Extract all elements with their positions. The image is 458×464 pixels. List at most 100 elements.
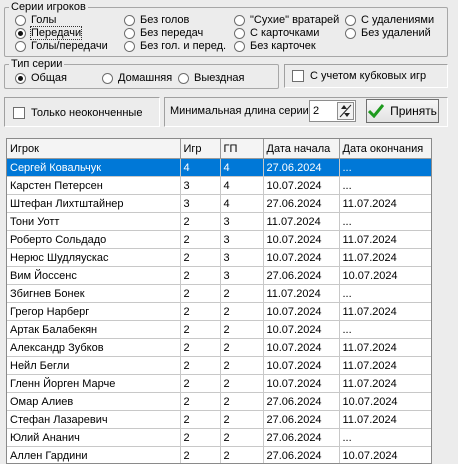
- table-row[interactable]: Аллен Гардини 2 2 27.06.2024 10.07.2024: [7, 446, 431, 463]
- radio-with-cards-indicator[interactable]: [234, 27, 245, 39]
- table-row[interactable]: Штефан Лихтштайнер 3 4 27.06.2024 11.07.2024: [7, 194, 431, 213]
- series-groupbox-legend: Серии игроков: [11, 1, 86, 13]
- radio-no-goals-label: Без голов: [140, 14, 190, 26]
- radio-no-cards[interactable]: Без карточек: [234, 40, 316, 52]
- cell-start-date: 27.06.2024: [263, 428, 340, 447]
- radio-type-overall-label: Общая: [31, 72, 67, 84]
- radio-assists-indicator[interactable]: [15, 27, 26, 39]
- min-length-label: Минимальная длина серии: [170, 105, 309, 117]
- table-row[interactable]: Юлий Ананич 2 2 27.06.2024...: [7, 428, 431, 447]
- table-row[interactable]: Сергей Ковальчук 4 4 27.06.2024...: [7, 158, 431, 177]
- radio-clean-sheets-indicator[interactable]: [234, 14, 245, 26]
- radio-no-goals-assists-indicator[interactable]: [124, 40, 135, 52]
- radio-no-goals[interactable]: Без голов: [124, 14, 189, 26]
- radio-type-overall[interactable]: Общая: [15, 72, 67, 84]
- cell-games: 2: [180, 284, 221, 303]
- radio-no-sendoffs-indicator[interactable]: [345, 27, 356, 39]
- apply-button[interactable]: Принять: [366, 99, 439, 123]
- table-row[interactable]: Александр Зубков 2 2 10.07.2024 11.07.2024: [7, 338, 431, 357]
- table-row[interactable]: Карстен Петерсен 3 4 10.07.2024...: [7, 176, 431, 195]
- cell-start-date: 10.07.2024: [263, 374, 340, 393]
- cell-player: Нерюс Шудляускас: [7, 248, 181, 267]
- radio-type-overall-indicator[interactable]: [15, 72, 26, 84]
- min-length-value: 2: [313, 105, 320, 117]
- cell-end-date: 11.07.2024: [339, 302, 431, 321]
- column-header-end-date[interactable]: Дата окончания: [339, 139, 431, 159]
- radio-type-home[interactable]: Домашняя: [102, 72, 172, 84]
- column-header-gp[interactable]: ГП: [220, 139, 264, 159]
- cell-start-date: 11.07.2024: [263, 284, 340, 303]
- cup-games-checkbox[interactable]: С учетом кубковых игр: [292, 70, 426, 82]
- radio-type-home-indicator[interactable]: [102, 72, 113, 84]
- radio-goals-assists[interactable]: Голы/передачи: [15, 40, 108, 52]
- radio-clean-sheets-label: "Сухие" вратарей: [250, 14, 340, 26]
- spin-updown-icon[interactable]: [337, 102, 354, 120]
- table-row[interactable]: Омар Алиев 2 2 27.06.2024 10.07.2024: [7, 392, 431, 411]
- cup-games-checkbox-box[interactable]: [292, 70, 304, 82]
- unfinished-checkbox[interactable]: Только неоконченные: [13, 107, 142, 119]
- series-table-grid: Игрок Игр ГП Дата начала Дата окончания …: [7, 139, 431, 463]
- radio-no-assists[interactable]: Без передач: [124, 27, 203, 39]
- unfinished-checkbox-box[interactable]: [13, 107, 25, 119]
- radio-no-sendoffs-label: Без удалений: [361, 27, 431, 39]
- radio-no-assists-label: Без передач: [140, 27, 204, 39]
- table-row[interactable]: Нерюс Шудляускас 2 3 10.07.2024 11.07.2024: [7, 248, 431, 267]
- column-header-player[interactable]: Игрок: [7, 139, 181, 159]
- radio-type-away-label: Выездная: [194, 72, 245, 84]
- cell-start-date: 27.06.2024: [263, 158, 340, 177]
- table-row[interactable]: Грегор Нарберг 2 2 10.07.2024 11.07.2024: [7, 302, 431, 321]
- cell-games: 2: [180, 392, 221, 411]
- radio-goals-label: Голы: [31, 14, 57, 26]
- table-row[interactable]: Артак Балабекян 2 2 10.07.2024...: [7, 320, 431, 339]
- cell-games: 2: [180, 356, 221, 375]
- radio-with-sendoffs[interactable]: С удалениями: [345, 14, 434, 26]
- radio-with-cards[interactable]: С карточками: [234, 27, 319, 39]
- cup-games-checkbox-label: С учетом кубковых игр: [310, 70, 427, 82]
- cell-start-date: 10.07.2024: [263, 176, 340, 195]
- radio-clean-sheets[interactable]: "Сухие" вратарей: [234, 14, 339, 26]
- cell-end-date: ...: [339, 176, 431, 195]
- cell-end-date: 10.07.2024: [339, 266, 431, 285]
- min-length-spinbox[interactable]: 2: [309, 100, 356, 122]
- cell-player: Вим Йоссенс: [7, 266, 181, 285]
- radio-type-home-label: Домашняя: [118, 72, 173, 84]
- series-table[interactable]: Игрок Игр ГП Дата начала Дата окончания …: [6, 138, 432, 464]
- radio-assists[interactable]: Передачи: [15, 26, 83, 40]
- radio-no-goals-assists[interactable]: Без гол. и перед.: [124, 40, 226, 52]
- table-row[interactable]: Роберто Сольдадо 2 3 10.07.2024 11.07.2024: [7, 230, 431, 249]
- radio-goals-indicator[interactable]: [15, 14, 26, 26]
- unfinished-checkbox-label: Только неоконченные: [31, 107, 143, 119]
- cell-player: Карстен Петерсен: [7, 176, 181, 195]
- cell-games: 4: [180, 158, 221, 177]
- cell-player: Александр Зубков: [7, 338, 181, 357]
- table-row[interactable]: Стефан Лазаревич 2 2 27.06.2024 11.07.2024: [7, 410, 431, 429]
- table-row[interactable]: Збигнев Бонек 2 2 11.07.2024...: [7, 284, 431, 303]
- radio-with-sendoffs-indicator[interactable]: [345, 14, 356, 26]
- column-header-games[interactable]: Игр: [180, 139, 221, 159]
- cell-player: Гленн Йорген Марче: [7, 374, 181, 393]
- cell-games: 2: [180, 410, 221, 429]
- radio-goals-assists-indicator[interactable]: [15, 40, 26, 52]
- cell-start-date: 11.07.2024: [263, 212, 340, 231]
- table-row[interactable]: Гленн Йорген Марче 2 2 10.07.2024 11.07.2024: [7, 374, 431, 393]
- table-row[interactable]: Нейл Бегли 2 2 10.07.2024 11.07.2024: [7, 356, 431, 375]
- radio-no-goals-indicator[interactable]: [124, 14, 135, 26]
- cell-gp: 4: [220, 158, 264, 177]
- radio-no-assists-indicator[interactable]: [124, 27, 135, 39]
- radio-with-sendoffs-label: С удалениями: [361, 14, 435, 26]
- radio-no-cards-indicator[interactable]: [234, 40, 245, 52]
- table-row[interactable]: Тони Уотт 2 3 11.07.2024...: [7, 212, 431, 231]
- cell-start-date: 27.06.2024: [263, 392, 340, 411]
- cell-start-date: 10.07.2024: [263, 320, 340, 339]
- column-header-start-date[interactable]: Дата начала: [263, 139, 340, 159]
- cell-gp: 2: [220, 428, 264, 447]
- radio-no-sendoffs[interactable]: Без удалений: [345, 27, 431, 39]
- radio-goals[interactable]: Голы: [15, 14, 56, 26]
- radio-type-away[interactable]: Выездная: [178, 72, 245, 84]
- cell-end-date: 11.07.2024: [339, 230, 431, 249]
- cell-end-date: ...: [339, 158, 431, 177]
- table-row[interactable]: Вим Йоссенс 2 3 27.06.2024 10.07.2024: [7, 266, 431, 285]
- cell-start-date: 10.07.2024: [263, 302, 340, 321]
- radio-type-away-indicator[interactable]: [178, 72, 189, 84]
- cell-gp: 2: [220, 356, 264, 375]
